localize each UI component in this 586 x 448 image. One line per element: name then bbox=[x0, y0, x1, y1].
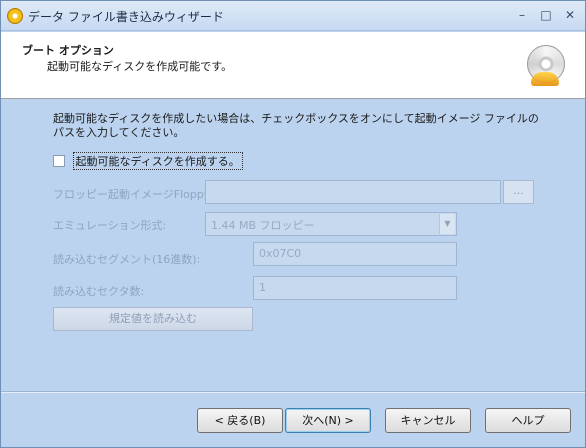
flame-icon bbox=[531, 72, 559, 86]
emulation-select[interactable]: 1.44 MB フロッピー ▼ bbox=[205, 212, 457, 236]
sector-count-label: 読み込むセクタ数: bbox=[53, 285, 145, 298]
burn-disc-app-icon bbox=[7, 8, 23, 24]
title-bar: データ ファイル書き込みウィザード – □ ✕ bbox=[1, 1, 585, 31]
back-button[interactable]: < 戻る(B) bbox=[197, 408, 283, 433]
load-segment-label: 読み込むセグメント(16進数): bbox=[53, 253, 201, 266]
wizard-header: ブート オプション 起動可能なディスクを作成可能です。 bbox=[1, 32, 585, 99]
floppy-image-path-input[interactable] bbox=[205, 180, 501, 204]
page-subtitle: 起動可能なディスクを作成可能です。 bbox=[47, 60, 233, 73]
cancel-button[interactable]: キャンセル bbox=[385, 408, 471, 433]
floppy-image-label: フロッピー起動イメージFloppy bbox=[53, 188, 211, 201]
window-title: データ ファイル書き込みウィザード bbox=[28, 10, 224, 24]
bootable-option: 起動可能なディスクを作成する。 bbox=[53, 152, 243, 170]
wizard-window: データ ファイル書き込みウィザード – □ ✕ ブート オプション 起動可能なデ… bbox=[0, 0, 586, 448]
load-segment-input[interactable]: 0x07C0 bbox=[253, 242, 457, 266]
browse-button[interactable]: ... bbox=[503, 180, 534, 204]
page-title: ブート オプション bbox=[22, 44, 114, 57]
bootable-checkbox[interactable] bbox=[53, 155, 65, 167]
help-button[interactable]: ヘルプ bbox=[485, 408, 571, 433]
next-button[interactable]: 次へ(N) > bbox=[285, 408, 371, 433]
emulation-selected-value: 1.44 MB フロッピー bbox=[211, 219, 315, 232]
close-button[interactable]: ✕ bbox=[560, 7, 580, 23]
maximize-button[interactable]: □ bbox=[536, 7, 556, 23]
wizard-content: 起動可能なディスクを作成したい場合は、チェックボックスをオンにして起動イメージ … bbox=[1, 100, 585, 447]
bootable-checkbox-label[interactable]: 起動可能なディスクを作成する。 bbox=[72, 152, 243, 170]
load-defaults-button[interactable]: 規定値を読み込む bbox=[53, 307, 253, 331]
chevron-down-icon[interactable]: ▼ bbox=[439, 214, 455, 234]
minimize-button[interactable]: – bbox=[512, 7, 532, 23]
sector-count-input[interactable]: 1 bbox=[253, 276, 457, 300]
emulation-label: エミュレーション形式: bbox=[53, 219, 167, 232]
footer-separator bbox=[1, 391, 585, 393]
instructions-text: 起動可能なディスクを作成したい場合は、チェックボックスをオンにして起動イメージ … bbox=[53, 112, 539, 139]
